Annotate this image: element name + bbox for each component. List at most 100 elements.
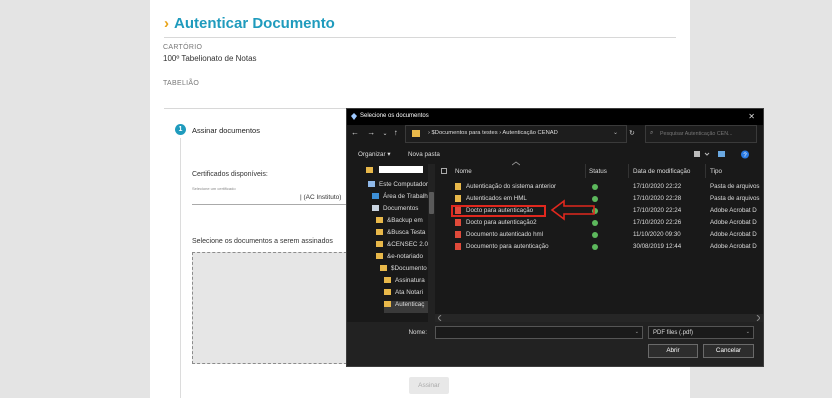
folder-icon [412,130,420,137]
address-dropdown-icon[interactable]: ⌄ [613,129,618,136]
column-header-name[interactable]: Nome [455,168,472,175]
column-header-status[interactable]: Status [589,168,607,175]
folder-icon [376,217,383,223]
sync-status-icon [592,232,598,238]
file-type-filter[interactable]: PDF files (.pdf) ⌄ [648,326,754,339]
scrollbar-thumb[interactable] [429,192,434,214]
file-date: 17/10/2020 22:28 [633,195,682,202]
tree-item-documents[interactable]: Documentos [372,205,418,217]
tree-item-label: &e-notariado [387,253,424,260]
tree-item-folder[interactable]: Assinatura [384,277,425,289]
chevron-right-icon: › [164,15,169,32]
recent-locations-icon[interactable]: ⌄ [382,131,387,137]
cancel-button[interactable]: Cancelar [703,344,754,358]
file-row[interactable]: Autenticação do sistema anterior 17/10/2… [445,182,763,192]
filename-label: Nome: [408,329,427,336]
select-all-checkbox[interactable] [441,168,447,174]
file-type: Adobe Acrobat D [710,207,757,214]
file-date: 17/10/2020 22:22 [633,183,682,190]
file-type: Adobe Acrobat D [710,231,757,238]
open-button[interactable]: Abrir [648,344,698,358]
cartorio-value: 100º Tabelionato de Notas [163,54,257,63]
dialog-footer: Nome: ⌄ PDF files (.pdf) ⌄ Abrir Cancela… [347,322,763,366]
file-name: Autenticação do sistema anterior [466,183,557,190]
pdf-file-icon [455,243,461,250]
address-bar[interactable]: › $Documentos para testes › Autenticação… [405,125,627,143]
horizontal-scrollbar[interactable] [435,314,763,322]
folder-icon [384,289,391,295]
tree-item-folder[interactable]: &e-notariado [376,253,423,265]
refresh-icon[interactable]: ↻ [629,129,635,137]
tree-item-label: $Documento [391,265,427,272]
tree-item-folder[interactable]: $Documento [380,265,427,277]
search-icon: ⌕ [650,130,654,136]
folder-icon [455,183,461,190]
folder-icon [384,301,391,307]
tree-item-folder[interactable]: Ata Notari [384,289,423,301]
tree-item-desktop[interactable]: Área de Trabalho [372,193,431,205]
sort-chevron-icon [512,161,520,166]
dialog-title: Selecione os documentos [360,113,429,119]
tree-item-label: Ata Notari [395,289,423,296]
document-drop-zone[interactable] [192,252,352,364]
folder-icon [366,167,373,173]
tree-item-label: Documentos [383,205,419,212]
dialog-titlebar: Selecione os documentos ✕ [347,109,763,125]
tree-item-folder[interactable]: &CENSEC 2.0 [376,241,428,253]
folder-icon [376,253,383,259]
redacted-block [378,166,423,173]
file-type: Pasta de arquivos [710,183,760,190]
file-name: Documento para autenticação [466,243,549,250]
tree-item-folder[interactable]: &Backup em [376,217,423,229]
column-separator [628,164,629,178]
organize-menu[interactable]: Organizar ▾ [358,151,391,158]
tree-scrollbar[interactable] [428,164,435,322]
tree-item-this-pc[interactable]: Este Computador [368,181,428,193]
close-icon[interactable]: ✕ [748,112,755,121]
file-row[interactable]: Autenticados em HML 17/10/2020 22:28 Pas… [445,194,763,204]
scroll-left-icon[interactable] [438,315,442,321]
file-row[interactable]: Documento para autenticação 30/08/2019 1… [445,242,763,252]
assinar-button[interactable]: Assinar [409,377,449,394]
file-name: Documento autenticado hml [466,231,544,238]
tree-item-folder[interactable]: &Busca Testa [376,229,425,241]
scroll-right-icon[interactable] [756,315,760,321]
page-title-text: Autenticar Documento [174,15,335,32]
tree-item-label: Este Computador [379,181,429,188]
search-input[interactable]: ⌕ Pesquisar Autenticação CEN... [645,125,757,143]
up-arrow-icon[interactable]: ↑ [394,128,398,137]
certificate-select[interactable]: | (AC Instituto) [300,194,341,201]
chevron-down-icon[interactable]: ⌄ [635,329,639,335]
column-separator [705,164,706,178]
step-label: Assinar documentos [192,126,260,135]
file-type: Pasta de arquivos [710,195,760,202]
step-number-badge: 1 [175,124,186,135]
column-header-type[interactable]: Tipo [710,168,722,175]
tabeliao-label: TABELIÃO [163,80,200,87]
folder-icon [376,241,383,247]
file-row[interactable]: Documento autenticado hml 11/10/2020 09:… [445,230,763,240]
file-date: 17/10/2020 22:26 [633,219,682,226]
certificate-select-underline [192,204,350,205]
certificates-label: Certificados disponíveis: [192,171,268,178]
file-name: Docto para autenticação2 [466,219,537,226]
tree-item-selected[interactable]: Autenticaç [384,301,428,313]
desktop-icon [372,193,379,199]
new-folder-button[interactable]: Nova pasta [408,151,440,158]
filename-input[interactable]: ⌄ [435,326,643,339]
select-documents-label: Selecione os documentos a serem assinado… [192,238,333,245]
address-path: › $Documentos para testes › Autenticação… [428,130,558,136]
folder-icon [380,265,387,271]
view-options-icons[interactable]: ? [694,150,754,159]
column-header-date[interactable]: Data de modificação [633,168,690,175]
file-date: 30/08/2019 12:44 [633,243,682,250]
tree-item-redacted[interactable] [366,166,428,178]
back-arrow-icon[interactable]: ← [351,128,359,137]
file-name: Autenticados em HML [466,195,527,202]
file-row[interactable]: Docto para autenticação2 17/10/2020 22:2… [445,218,763,228]
app-icon [351,113,357,120]
chevron-down-icon: ⌄ [745,329,750,335]
divider [164,37,676,38]
folder-icon [455,195,461,202]
forward-arrow-icon[interactable]: → [367,128,375,137]
